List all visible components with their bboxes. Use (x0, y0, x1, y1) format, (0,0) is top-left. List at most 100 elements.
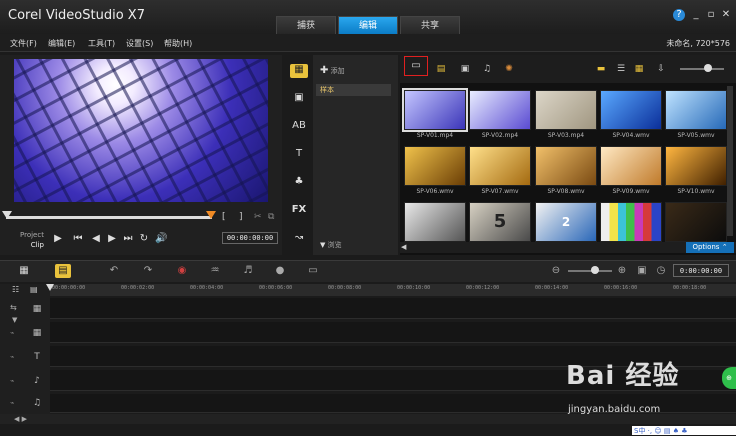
media-thumbnail[interactable] (600, 202, 662, 242)
title-track-icon[interactable]: T (28, 352, 46, 366)
menu-help[interactable]: 帮助(H) (164, 38, 192, 49)
fit-project-icon[interactable]: ▣ (634, 264, 650, 278)
thumbnail-size-slider[interactable] (680, 68, 724, 70)
add-marker-icon[interactable]: ▤ (30, 285, 38, 294)
play-mode-switch[interactable]: Project Clip (20, 230, 44, 250)
prev-frame-icon[interactable]: ◀ (90, 233, 102, 244)
voice-track-icon[interactable]: ♪ (28, 376, 46, 390)
chevron-down-icon[interactable]: ▼ (12, 316, 17, 324)
enlarge-icon[interactable]: ⧉ (268, 212, 274, 222)
tab-share[interactable]: 共享 (400, 16, 460, 34)
sort-icon[interactable]: ⇩ (654, 63, 668, 75)
filter-icon[interactable]: FX (290, 204, 308, 218)
show-photos-icon[interactable]: ▣ (458, 63, 472, 75)
volume-icon[interactable]: 🔊 (155, 233, 167, 244)
end-icon[interactable]: ⏭ (122, 233, 134, 244)
graphic-icon[interactable]: ♣ (290, 176, 308, 190)
media-thumbnail[interactable] (665, 146, 727, 186)
play-icon[interactable]: ▶ (52, 233, 64, 244)
grid-view-icon[interactable]: ▦ (632, 63, 646, 75)
close-button[interactable]: ✕ (720, 9, 732, 21)
sound-mixer-icon[interactable]: ♒ (207, 264, 223, 278)
music-track-icon[interactable]: ♫ (28, 398, 46, 412)
timeline-scrollbar[interactable] (0, 414, 736, 424)
instant-project-icon[interactable]: ▣ (290, 92, 308, 106)
overlay-track[interactable] (50, 322, 736, 343)
list-view-icon[interactable]: ☰ (614, 63, 628, 75)
menu-file[interactable]: 文件(F) (10, 38, 37, 49)
subtitle-editor-icon[interactable]: ▭ (305, 264, 321, 278)
redo-icon[interactable]: ↷ (140, 264, 156, 278)
timeline-zoom-knob[interactable] (591, 266, 599, 274)
help-icon[interactable]: ? (673, 9, 685, 21)
browse-button[interactable]: ▼ 浏览 (320, 240, 342, 250)
storyboard-view-icon[interactable]: ▦ (16, 264, 32, 278)
voice-link-icon[interactable]: ⌁ (10, 377, 14, 385)
show-videos-icon[interactable]: ▤ (434, 63, 448, 75)
video-track[interactable] (50, 298, 736, 319)
motion-tracking-icon[interactable]: ● (272, 264, 288, 278)
timeline-zoom-slider[interactable] (568, 270, 612, 272)
record-capture-icon[interactable]: ◉ (174, 264, 190, 278)
home-icon[interactable]: ⏮ (72, 233, 84, 244)
timeline-timecode[interactable]: 0:00:00:00 (673, 264, 729, 277)
media-thumbnail[interactable] (404, 146, 466, 186)
track-manager-icon[interactable]: ☷ (12, 285, 19, 294)
collapse-left-icon[interactable]: ◀ (401, 243, 406, 251)
media-thumbnail[interactable] (469, 146, 531, 186)
show-audio-icon[interactable]: ♫ (480, 63, 494, 75)
ripple-edit-icon[interactable]: ⇆ (10, 303, 17, 312)
menu-settings[interactable]: 设置(S) (126, 38, 153, 49)
mark-out-button[interactable]: ] (239, 212, 243, 222)
restore-button[interactable]: ▫ (705, 9, 717, 21)
overlay-track-icon[interactable]: ▦ (28, 328, 46, 342)
playhead-marker[interactable] (46, 284, 54, 291)
video-track-icon[interactable]: ▦ (28, 304, 46, 318)
media-thumbnail[interactable] (535, 90, 597, 130)
media-thumbnail[interactable] (600, 90, 662, 130)
path-icon[interactable]: ↝ (290, 232, 308, 246)
zoom-out-icon[interactable]: ⊖ (548, 264, 564, 278)
zoom-in-icon[interactable]: ⊕ (614, 264, 630, 278)
media-thumbnail[interactable] (665, 90, 727, 130)
auto-music-icon[interactable]: ♬ (240, 264, 256, 278)
thumbnail-view-icon[interactable]: ▬ (594, 63, 608, 75)
repeat-icon[interactable]: ↻ (138, 233, 150, 244)
import-folder-icon[interactable]: ▭ (404, 56, 428, 76)
timeline-view-icon[interactable]: ▤ (55, 264, 71, 278)
media-thumbnail[interactable] (402, 88, 468, 132)
media-thumbnail[interactable] (404, 202, 466, 242)
thumbnail-size-knob[interactable] (704, 64, 712, 72)
title-link-icon[interactable]: ⌁ (10, 353, 14, 361)
media-thumbnail[interactable]: 5 (469, 202, 531, 242)
media-thumbnail[interactable] (535, 146, 597, 186)
media-icon[interactable]: ▦ (290, 64, 308, 78)
media-thumbnail[interactable] (665, 202, 727, 242)
transition-icon[interactable]: AB (290, 120, 308, 134)
library-scrollbar[interactable] (727, 86, 733, 236)
music-link-icon[interactable]: ⌁ (10, 399, 14, 407)
scrubber-track[interactable] (6, 216, 212, 219)
overlay-link-icon[interactable]: ⌁ (10, 329, 14, 337)
undo-icon[interactable]: ↶ (106, 264, 122, 278)
menu-edit[interactable]: 编辑(E) (48, 38, 75, 49)
menu-tools[interactable]: 工具(T) (88, 38, 115, 49)
next-frame-icon[interactable]: ▶ (106, 233, 118, 244)
player-timecode[interactable]: 00:00:00:00 (222, 232, 278, 244)
split-clip-icon[interactable]: ✂ (254, 212, 262, 222)
media-thumbnail[interactable] (469, 90, 531, 130)
minimize-button[interactable]: _ (690, 9, 702, 21)
folder-item-sample[interactable]: 样本 (316, 84, 391, 96)
scrubber-handle[interactable] (2, 211, 12, 219)
side-widget-button[interactable]: ⊕ (722, 367, 736, 389)
mark-in-button[interactable]: [ (222, 212, 226, 222)
options-button[interactable]: Options ⌃ (686, 242, 734, 253)
add-folder-button[interactable]: ✚ 添加 (320, 65, 345, 76)
tab-capture[interactable]: 捕获 (276, 16, 336, 34)
media-thumbnail[interactable] (600, 146, 662, 186)
trim-marker-end[interactable] (206, 211, 216, 219)
online-media-icon[interactable]: ✺ (502, 63, 516, 75)
scroll-left-icon[interactable]: ◀ ▶ (14, 415, 27, 423)
title-icon[interactable]: T (290, 148, 308, 162)
mode-project-label[interactable]: Project (20, 230, 44, 240)
